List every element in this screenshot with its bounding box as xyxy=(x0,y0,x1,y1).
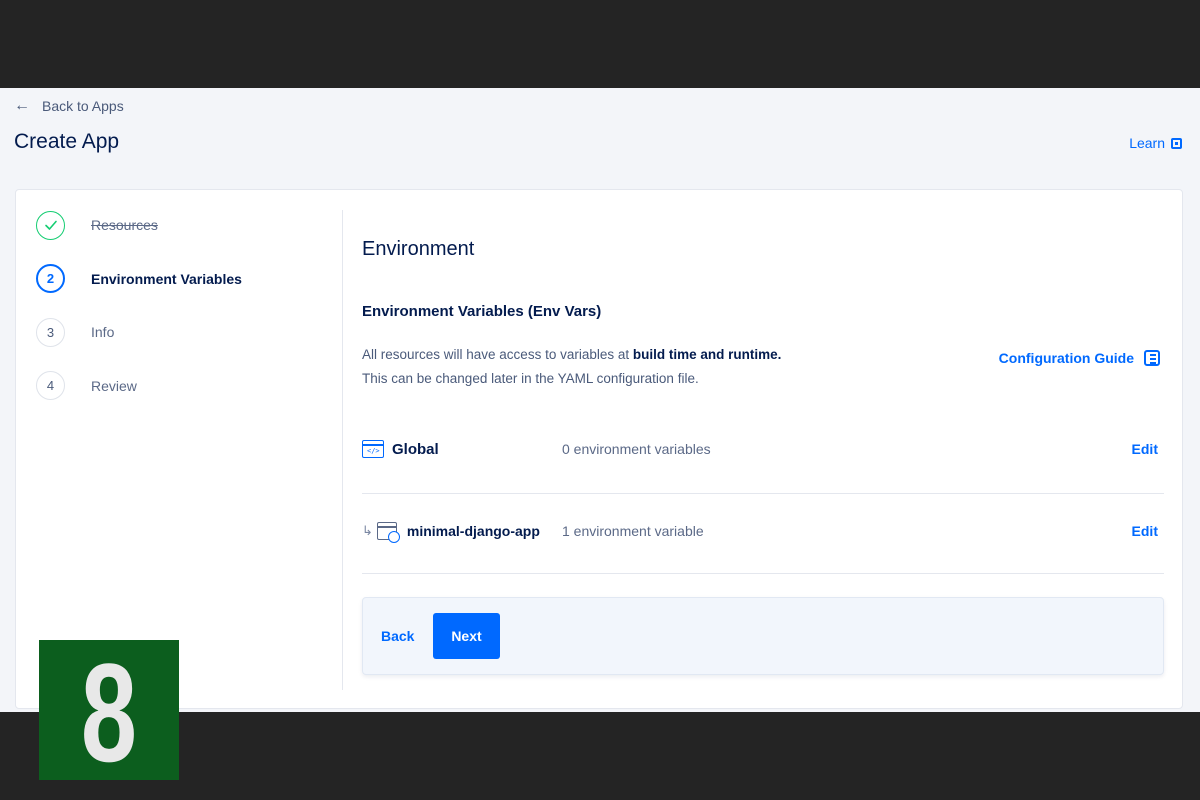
stepper: Resources 2 Environment Variables 3 Info… xyxy=(36,210,336,424)
vertical-divider xyxy=(342,210,343,690)
env-vars-description: All resources will have access to variab… xyxy=(362,343,781,391)
create-app-card: Resources 2 Environment Variables 3 Info… xyxy=(15,189,1183,709)
back-button[interactable]: Back xyxy=(381,628,414,644)
next-button[interactable]: Next xyxy=(433,613,500,659)
env-scope-name: Global xyxy=(392,440,439,458)
env-var-count: 0 environment variables xyxy=(562,441,711,457)
step-label: Review xyxy=(91,377,137,394)
app-viewport: ← Back to Apps Create App Learn Resource… xyxy=(0,88,1200,712)
sub-arrow-icon: ↳ xyxy=(362,523,373,538)
badge-number: 8 xyxy=(80,634,138,791)
document-icon xyxy=(1144,350,1160,366)
configuration-guide-link[interactable]: Configuration Guide xyxy=(999,350,1160,366)
page-title: Create App xyxy=(14,130,120,153)
env-vars-heading: Environment Variables (Env Vars) xyxy=(362,303,602,320)
configuration-guide-label: Configuration Guide xyxy=(998,350,1134,366)
edit-app-button[interactable]: Edit xyxy=(1132,523,1158,539)
desc-line2: This can be changed later in the YAML co… xyxy=(362,371,699,386)
row-divider xyxy=(362,573,1164,574)
check-icon xyxy=(36,210,65,240)
section-title: Environment xyxy=(362,238,475,260)
web-service-icon xyxy=(376,522,400,543)
step-number: 2 xyxy=(36,264,65,293)
arrow-left-icon: ← xyxy=(14,97,30,114)
desc-line1-bold: build time and runtime. xyxy=(632,347,782,362)
step-resources[interactable]: Resources xyxy=(36,210,336,240)
back-to-apps-label: Back to Apps xyxy=(42,98,124,114)
env-var-count: 1 environment variable xyxy=(562,523,704,539)
step-number: 3 xyxy=(36,317,65,347)
app-env-row: ↳ minimal-django-app 1 environment varia… xyxy=(362,516,1164,546)
step-label: Environment Variables xyxy=(91,270,242,287)
number-badge: 8 xyxy=(39,634,179,791)
edit-global-button[interactable]: Edit xyxy=(1132,441,1158,457)
book-icon xyxy=(1171,137,1182,149)
step-info[interactable]: 3 Info xyxy=(36,317,336,347)
step-review[interactable]: 4 Review xyxy=(36,371,336,401)
learn-label: Learn xyxy=(1129,135,1165,151)
step-label: Info xyxy=(91,324,115,340)
back-to-apps-link[interactable]: ← Back to Apps xyxy=(14,97,124,115)
row-divider xyxy=(362,493,1164,494)
desc-line1-prefix: All resources will have access to variab… xyxy=(362,347,633,362)
env-scope-name: minimal-django-app xyxy=(406,523,540,539)
code-window-icon xyxy=(362,440,384,458)
step-label: Resources xyxy=(91,217,158,233)
global-env-row: Global 0 environment variables Edit xyxy=(362,434,1164,464)
learn-link[interactable]: Learn xyxy=(1129,135,1182,151)
wizard-footer: Back Next xyxy=(362,597,1164,675)
environment-panel: Environment Environment Variables (Env V… xyxy=(362,190,1164,710)
step-number: 4 xyxy=(36,371,65,400)
step-environment-variables[interactable]: 2 Environment Variables xyxy=(36,264,336,294)
